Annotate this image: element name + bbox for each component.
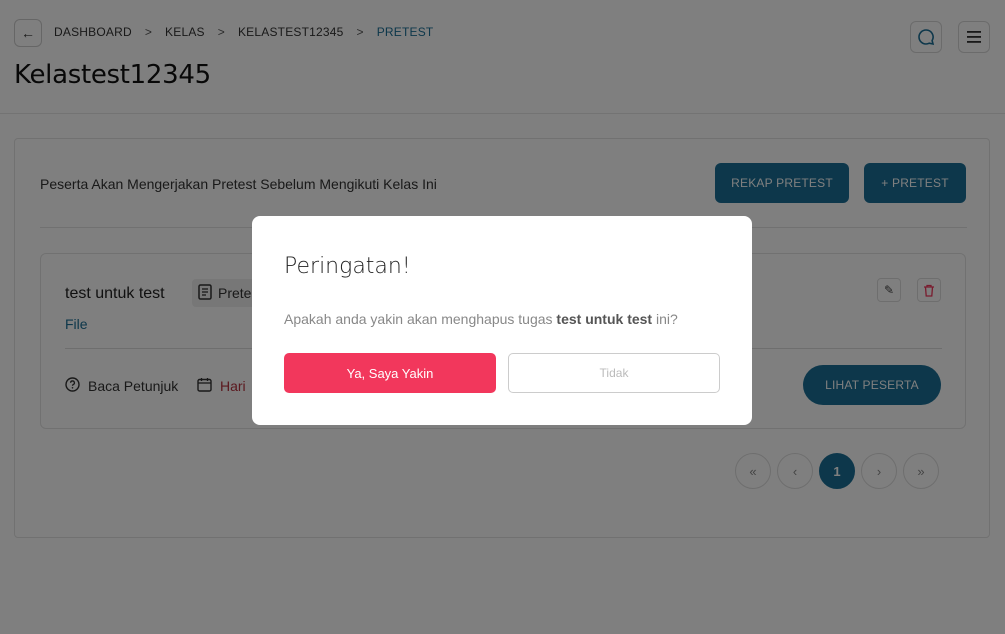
confirm-yes-button[interactable]: Ya, Saya Yakin	[284, 353, 496, 393]
modal-message-task: test untuk test	[556, 311, 653, 327]
confirm-no-button[interactable]: Tidak	[508, 353, 720, 393]
modal-message-suffix: ini?	[652, 311, 678, 327]
modal-title: Peringatan!	[284, 254, 411, 279]
confirm-delete-modal: Peringatan! Apakah anda yakin akan mengh…	[252, 216, 752, 425]
modal-message-prefix: Apakah anda yakin akan menghapus tugas	[284, 311, 557, 327]
modal-message: Apakah anda yakin akan menghapus tugas t…	[284, 311, 678, 327]
